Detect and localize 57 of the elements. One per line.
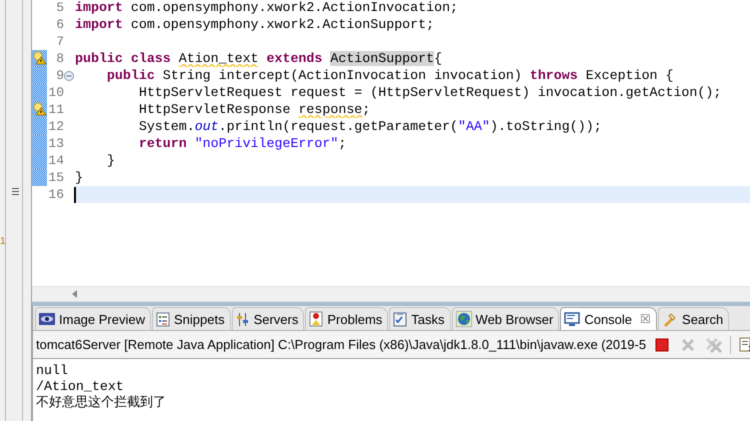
- tab-label: Web Browser: [476, 312, 554, 326]
- line-number: 6: [55, 17, 64, 32]
- view-tab[interactable]: Image Preview: [35, 307, 151, 330]
- tab-label: Search: [682, 312, 724, 326]
- flashlight-icon: [662, 311, 678, 327]
- text-cursor: [74, 186, 76, 202]
- process-label: tomcat6Server [Remote Java Application] C:\Program Files (x86)\Java\jdk1.8.0_111\bin\javaw.exe (2019-5: [36, 337, 646, 352]
- tab-label: Image Preview: [59, 312, 145, 326]
- line-number: 9: [55, 68, 64, 83]
- grip-icon[interactable]: [12, 188, 19, 195]
- clipboard-check-icon: [393, 311, 408, 327]
- monitor-icon: [564, 312, 580, 326]
- tab-label: Snippets: [174, 312, 225, 326]
- output-line: 不好意思这个拦截到了: [36, 395, 167, 411]
- view-tab[interactable]: Web Browser: [452, 307, 560, 330]
- eye-icon: [39, 312, 55, 326]
- line-number: 15: [47, 170, 64, 185]
- line-number: 13: [47, 136, 64, 151]
- view-tab[interactable]: Problems: [305, 307, 388, 330]
- tab-label: Servers: [254, 312, 298, 326]
- line-number: 10: [47, 85, 64, 100]
- output-line: null: [36, 363, 69, 379]
- code-line: HttpServletRequest request = (HttpServletRequest) invocation.getAction();: [138, 85, 722, 100]
- line-number: 11: [47, 102, 64, 117]
- problems-icon: [309, 311, 324, 327]
- view-tab[interactable]: Console ☒: [560, 307, 658, 330]
- marker-count: 1: [0, 236, 6, 247]
- view-tab[interactable]: Search: [658, 307, 730, 330]
- close-icon[interactable]: ☒: [640, 312, 652, 326]
- line-number: 14: [47, 153, 64, 168]
- code-line: import com.opensymphony.xwork2.ActionSupport;: [74, 17, 434, 32]
- code-line: import com.opensymphony.xwork2.ActionInvocation;: [74, 0, 458, 15]
- line-number: 5: [55, 0, 64, 15]
- code-line: return "noPrivilegeError";: [138, 136, 346, 151]
- globe-icon: [456, 311, 472, 327]
- tab-label: Console: [584, 312, 632, 326]
- collapse-icon[interactable]: [64, 70, 74, 80]
- tab-label: Problems: [327, 312, 382, 326]
- line-number: 12: [47, 119, 64, 134]
- scroll-left-icon[interactable]: [72, 290, 78, 298]
- code-line: System.out.println(request.getParameter("AA").toString());: [138, 119, 602, 134]
- code-line: }: [74, 170, 83, 185]
- horizontal-scrollbar[interactable]: [32, 286, 750, 301]
- code-line: }: [106, 153, 115, 168]
- line-number: 8: [55, 51, 64, 66]
- code-line: public class Ation_text extends ActionSupport{: [74, 51, 442, 66]
- line-number: 7: [55, 34, 64, 49]
- code-line: public String intercept(ActionInvocation invocation) throws Exception {: [106, 68, 674, 83]
- view-tab[interactable]: Servers: [232, 307, 304, 330]
- view-tab[interactable]: Snippets: [152, 307, 231, 330]
- output-line: /Ation_text: [36, 379, 125, 395]
- view-tab[interactable]: Tasks: [389, 307, 451, 330]
- document-list-icon: [156, 312, 170, 326]
- tab-label: Tasks: [411, 312, 445, 326]
- sliders-icon: [236, 312, 250, 326]
- line-number: 16: [47, 187, 64, 202]
- code-line: HttpServletResponse response;: [138, 102, 370, 117]
